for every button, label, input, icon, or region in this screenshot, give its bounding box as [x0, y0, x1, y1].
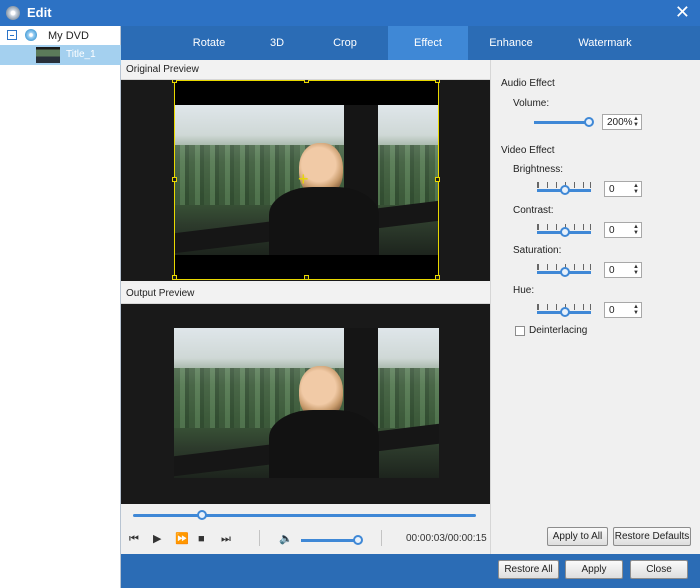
crop-handle-top[interactable]: [304, 80, 309, 83]
crop-handle-bottom-left[interactable]: [172, 275, 177, 280]
saturation-spinner[interactable]: 0 ▲ ▼: [604, 262, 642, 278]
player-volume-slider[interactable]: [301, 539, 358, 542]
hue-handle[interactable]: [560, 307, 570, 317]
close-button[interactable]: Close: [630, 560, 688, 579]
stop-icon[interactable]: ■: [198, 532, 205, 546]
brightness-label: Brightness:: [513, 164, 564, 175]
brightness-handle[interactable]: [560, 185, 570, 195]
deinterlacing-label: Deinterlacing: [529, 325, 588, 336]
spinner-arrows-icon[interactable]: ▲ ▼: [633, 183, 639, 195]
hue-spinner[interactable]: 0 ▲ ▼: [604, 302, 642, 318]
output-preview-label: Output Preview: [121, 284, 490, 304]
tab-rotate[interactable]: Rotate: [175, 26, 243, 60]
contrast-spinner[interactable]: 0 ▲ ▼: [604, 222, 642, 238]
crop-handle-bottom-right[interactable]: [435, 275, 440, 280]
crop-center-crosshair-icon[interactable]: +: [298, 170, 309, 188]
original-preview: +: [121, 80, 490, 281]
contrast-value: 0: [609, 225, 615, 236]
crop-handle-right[interactable]: [435, 177, 440, 182]
spinner-arrows-icon[interactable]: ▲ ▼: [633, 304, 639, 316]
dvd-disc-icon: [25, 29, 37, 41]
hue-label: Hue:: [513, 285, 535, 296]
volume-spinner[interactable]: 200% ▲ ▼: [602, 114, 642, 130]
tab-crop[interactable]: Crop: [311, 26, 379, 60]
tree-root-row[interactable]: My DVD: [0, 28, 121, 44]
title-tree-pane: My DVD Title_1: [0, 26, 121, 588]
restore-defaults-button[interactable]: Restore Defaults: [613, 527, 691, 546]
brightness-spinner[interactable]: 0 ▲ ▼: [604, 181, 642, 197]
audio-volume-slider[interactable]: [534, 121, 589, 124]
app-disc-icon: [6, 6, 20, 20]
tree-item-title[interactable]: Title_1: [0, 45, 121, 65]
tree-collapse-icon[interactable]: [7, 30, 17, 40]
tab-watermark[interactable]: Watermark: [563, 26, 647, 60]
seek-handle[interactable]: [196, 510, 207, 520]
audio-volume-handle[interactable]: [584, 117, 594, 127]
output-preview: [121, 304, 490, 504]
tree-item-title-label: Title_1: [66, 49, 96, 60]
control-divider: [381, 530, 382, 546]
contrast-handle[interactable]: [560, 227, 570, 237]
tree-root-label: My DVD: [48, 30, 89, 42]
player-volume-handle[interactable]: [353, 535, 363, 545]
saturation-label: Saturation:: [513, 245, 562, 256]
spinner-arrows-icon[interactable]: ▲ ▼: [633, 224, 639, 236]
spinner-arrows-icon[interactable]: ▲ ▼: [633, 264, 639, 276]
tab-bar: Rotate 3D Crop Effect Enhance Watermark: [121, 26, 700, 60]
video-effect-heading: Video Effect: [501, 145, 555, 156]
original-preview-label: Original Preview: [121, 60, 490, 80]
title-thumbnail: [36, 47, 60, 63]
contrast-label: Contrast:: [513, 205, 554, 216]
footer-bar: Restore All Apply Close: [121, 554, 700, 588]
crop-handle-bottom[interactable]: [304, 275, 309, 280]
spinner-arrows-icon[interactable]: ▲ ▼: [633, 116, 639, 128]
brightness-value: 0: [609, 184, 615, 195]
restore-all-button[interactable]: Restore All: [498, 560, 559, 579]
next-frame-icon[interactable]: ⏭: [221, 532, 231, 546]
crop-handle-left[interactable]: [172, 177, 177, 182]
control-divider: [259, 530, 260, 546]
output-video-frame: [174, 328, 439, 480]
tab-effect[interactable]: Effect: [388, 26, 468, 60]
crop-handle-top-left[interactable]: [172, 80, 177, 83]
deinterlacing-checkbox[interactable]: [515, 326, 525, 336]
tab-enhance[interactable]: Enhance: [477, 26, 545, 60]
volume-label: Volume:: [513, 98, 550, 109]
audio-effect-heading: Audio Effect: [501, 78, 555, 89]
apply-button[interactable]: Apply: [565, 560, 623, 579]
hue-value: 0: [609, 305, 615, 316]
volume-value: 200%: [607, 117, 633, 128]
close-icon[interactable]: ✕: [675, 2, 690, 22]
timecode: 00:00:03/00:00:15: [406, 533, 487, 544]
saturation-value: 0: [609, 265, 615, 276]
crop-handle-top-right[interactable]: [435, 80, 440, 83]
saturation-handle[interactable]: [560, 267, 570, 277]
tab-3d[interactable]: 3D: [243, 26, 311, 60]
effect-panel: Original Preview + Output Preview ⏮ ▶ ⏩ …: [121, 60, 700, 554]
effect-settings: Audio Effect Volume: 200% ▲ ▼ Video Effec…: [490, 60, 700, 554]
seek-bar[interactable]: [133, 514, 476, 517]
apply-to-all-button[interactable]: Apply to All: [547, 527, 608, 546]
play-icon[interactable]: ▶: [153, 532, 161, 546]
speaker-icon[interactable]: 🔈: [279, 532, 293, 546]
title-bar: Edit ✕: [0, 0, 700, 26]
window-title: Edit: [27, 5, 52, 20]
previous-frame-icon[interactable]: ⏮: [129, 532, 139, 546]
fast-forward-icon[interactable]: ⏩: [175, 532, 189, 546]
